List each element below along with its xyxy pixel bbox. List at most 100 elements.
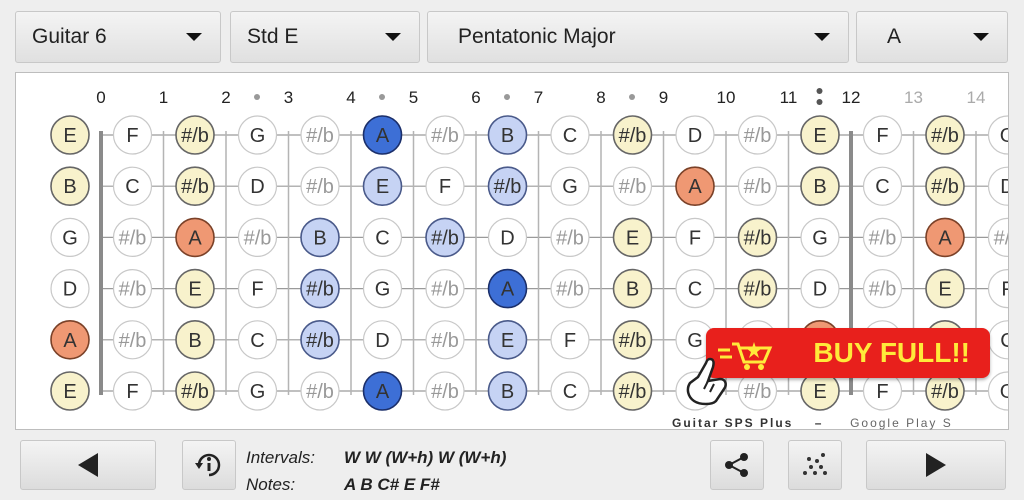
watermark-sep: – [814,416,824,430]
note-label: C [563,125,577,147]
key-dropdown[interactable]: A [856,11,1008,63]
note-label: E [63,125,76,147]
note-label: E [626,227,639,249]
fret-marker-dot [816,88,823,94]
next-icon [926,453,946,477]
note-label: F [251,279,263,301]
tuning-dropdown[interactable]: Std E [230,11,420,63]
note-label: #/b [619,125,647,147]
pointing-hand-icon [686,357,727,406]
note-label: E [188,279,201,301]
info-cycle-button[interactable] [182,440,236,490]
note-label: #/b [744,227,772,249]
note-label: G [687,330,703,352]
note-label: #/b [931,176,959,198]
note-label: #/b [869,279,897,301]
note-label: #/b [431,330,459,352]
note-label: #/b [181,381,209,403]
note-label: #/b [306,381,334,403]
note-label: #/b [619,176,647,198]
intervals-value: W W (W+h) W (W+h) [344,448,507,467]
note-label: F [689,227,701,249]
note-label: #/b [181,125,209,147]
notes-row: Notes: A B C# E F# [246,475,440,495]
note-label: E [813,381,826,403]
fret-marker-dot [816,99,823,105]
notes-value: A B C# E F# [344,475,440,494]
note-label: D [500,227,514,249]
next-button[interactable] [866,440,1006,490]
watermark-app: Guitar SPS Plus [672,416,794,430]
chevron-down-icon [973,33,989,41]
note-label: D [688,125,702,147]
note-label: #/b [744,279,772,301]
fret-number: 6 [471,88,480,107]
note-label: #/b [306,279,334,301]
app: Guitar 6 Std E Pentatonic Major A 012345… [0,0,1024,500]
note-label: E [813,125,826,147]
note-label: F [439,176,451,198]
fret-number: 11 [780,88,798,107]
fret-number: 8 [596,88,605,107]
fret-marker-dot [504,94,510,100]
prev-button[interactable] [20,440,156,490]
note-label: G [1000,125,1009,147]
scale-dropdown[interactable]: Pentatonic Major [427,11,849,63]
note-label: #/b [619,381,647,403]
note-label: #/b [494,176,522,198]
dots-pattern-icon [803,453,827,475]
note-label: #/b [431,227,459,249]
note-label: G [1000,381,1009,403]
note-label: #/b [994,227,1009,249]
note-label: #/b [431,125,459,147]
note-label: F [126,125,138,147]
note-label: B [501,125,514,147]
note-label: E [501,330,514,352]
instrument-label: Guitar 6 [32,25,107,48]
note-label: #/b [119,227,147,249]
note-label: F [564,330,576,352]
fret-number: 3 [284,88,293,107]
note-label: #/b [619,330,647,352]
info-cycle-icon [195,453,221,477]
note-label: #/b [119,279,147,301]
fret-number: 10 [717,88,736,107]
note-label: #/b [556,279,584,301]
note-label: A [376,381,390,403]
note-label: #/b [744,176,772,198]
note-label: C [563,381,577,403]
fret-marker-dot [379,94,385,100]
scale-label: Pentatonic Major [458,25,616,48]
chevron-down-icon [385,33,401,41]
note-label: G [250,381,266,403]
note-label: B [313,227,326,249]
note-label: #/b [119,330,147,352]
dots-button[interactable] [788,440,842,490]
instrument-dropdown[interactable]: Guitar 6 [15,11,221,63]
note-label: A [376,125,390,147]
fret-number: 2 [221,88,230,107]
intervals-row: Intervals: W W (W+h) W (W+h) [246,448,506,468]
note-label: D [250,176,264,198]
fret-number: 14 [967,88,986,107]
note-label: #/b [931,125,959,147]
note-label: F [876,125,888,147]
fret-number: 7 [534,88,543,107]
note-label: F [126,381,138,403]
note-label: E [938,279,951,301]
note-label: #/b [431,381,459,403]
note-label: B [626,279,639,301]
fret-number: 5 [409,88,418,107]
share-button[interactable] [710,440,764,490]
note-label: D [1000,176,1009,198]
fret-number: 12 [842,88,861,107]
note-label: B [813,176,826,198]
note-label: C [375,227,389,249]
fret-marker-dot [629,94,635,100]
key-label: A [887,25,902,48]
note-label: B [188,330,201,352]
note-label: #/b [744,125,772,147]
note-label: G [62,227,78,249]
fret-number: 0 [96,88,105,107]
note-label: #/b [556,227,584,249]
